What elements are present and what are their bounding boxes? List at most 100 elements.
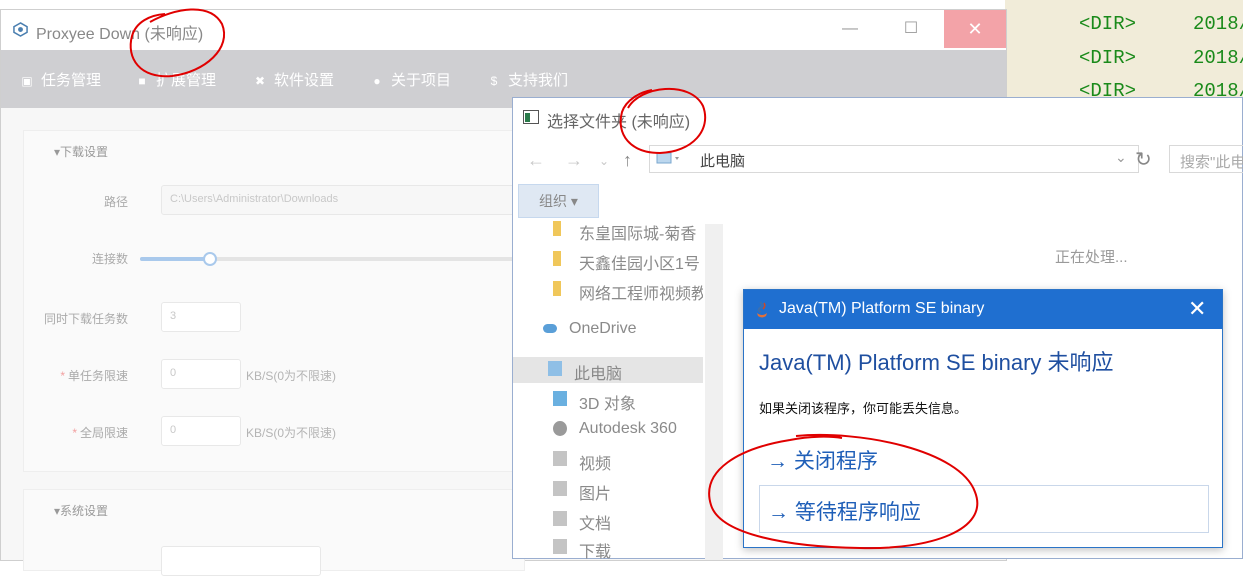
listing-type: <DIR> (1079, 13, 1137, 35)
dialog-title: Java(TM) Platform SE binary (779, 300, 985, 317)
connections-slider[interactable] (140, 252, 530, 266)
menu-label: 任务管理 (41, 72, 102, 89)
tree-item[interactable]: 图片 (513, 477, 703, 503)
tree-item[interactable]: 视频 (513, 447, 703, 473)
menu-about[interactable]: ● 关于项目 (369, 69, 451, 90)
single-limit-input[interactable]: 0 (161, 359, 241, 389)
computer-icon (656, 152, 679, 164)
close-button[interactable]: ✕ (944, 10, 1006, 48)
tree-item[interactable]: 网络工程师视频教 (513, 277, 703, 303)
connections-label: 连接数 (91, 252, 128, 266)
download-settings-panel: ▾下载设置 路径 C:\Users\Administrator\Download… (23, 130, 541, 472)
tree-item[interactable]: 文档 (513, 507, 703, 533)
close-program-button[interactable]: → 关闭程序 (759, 435, 1209, 483)
concurrent-label: 同时下载任务数 (43, 312, 128, 326)
tree-item[interactable]: OneDrive (513, 317, 703, 343)
listing-date: 2018/ (1193, 47, 1243, 69)
tree-item-label: 天鑫佳园小区1号 (579, 256, 700, 273)
menu-label: 软件设置 (274, 72, 335, 89)
recent-dropdown-icon[interactable]: ⌄ (599, 154, 609, 168)
task-icon: ▣ (21, 74, 33, 88)
global-limit-text: 全局限速 (79, 426, 128, 440)
address-dropdown-icon[interactable]: ⌄ (1115, 149, 1127, 166)
download-icon (553, 539, 567, 554)
processing-text: 正在处理... (1055, 249, 1128, 266)
tree-item[interactable]: 3D 对象 (513, 387, 703, 413)
menu-task-manager[interactable]: ▣ 任务管理 (19, 69, 101, 90)
search-input[interactable]: 搜索"此电 (1169, 145, 1243, 173)
computer-icon (548, 361, 562, 376)
menu-label: 关于项目 (391, 72, 452, 89)
global-limit-input[interactable]: 0 (161, 416, 241, 446)
proxyee-titlebar[interactable]: Proxyee Down (未响应) — ☐ ✕ (1, 10, 1006, 50)
background-listing: <DIR> 2018/ <DIR> 2018/ <DIR> 2018/ (1005, 0, 1243, 100)
java-icon (757, 301, 767, 318)
listing-type: <DIR> (1079, 47, 1137, 69)
tree-item[interactable]: 下载 (513, 535, 703, 561)
tree-item[interactable]: Autodesk 360 (513, 417, 703, 443)
menu-label: 支持我们 (508, 72, 569, 89)
required-mark: * (60, 369, 65, 383)
maximize-button[interactable]: ☐ (888, 10, 934, 48)
info-icon: ● (373, 74, 381, 88)
refresh-icon[interactable]: ↻ (1135, 147, 1152, 172)
chooser-titlebar[interactable]: 选择文件夹 (未响应) (513, 98, 1243, 138)
navigation-pane: 东皇国际城-菊香 天鑫佳园小区1号 网络工程师视频教 OneDrive 此电脑 3D 对象… (513, 221, 706, 561)
close-icon[interactable]: ✕ (1188, 296, 1206, 322)
menu-software-settings[interactable]: ✖ 软件设置 (252, 69, 334, 90)
tree-item-label: 3D 对象 (579, 396, 636, 413)
cloud-icon (543, 324, 557, 333)
not-responding-dialog: Java(TM) Platform SE binary ✕ Java(TM) P… (743, 289, 1223, 548)
menu-support[interactable]: $ 支持我们 (486, 69, 568, 90)
chooser-title: 选择文件夹 (未响应) (547, 114, 691, 131)
forward-arrow-icon[interactable]: → (565, 150, 583, 171)
folder-icon (553, 251, 561, 266)
listing-row: <DIR> 2018/ (1005, 42, 1243, 75)
tree-item-label: OneDrive (569, 320, 637, 337)
tree-item[interactable]: 东皇国际城-菊香 (513, 217, 703, 243)
minimize-button[interactable]: — (827, 10, 873, 48)
navigation-scrollbar[interactable] (705, 224, 723, 560)
tree-item-label: 东皇国际城-菊香 (579, 226, 697, 243)
system-setting-input[interactable] (161, 546, 321, 576)
slider-handle[interactable] (203, 252, 218, 266)
listing-date: 2018/ (1193, 13, 1243, 35)
listing-row: <DIR> 2018/ (1005, 8, 1243, 41)
extension-icon: ■ (138, 74, 146, 88)
dialog-info: 如果关闭该程序，你可能丢失信息。 (759, 401, 968, 416)
tree-item[interactable]: 天鑫佳园小区1号 (513, 247, 703, 273)
address-bar[interactable]: 此电脑 ⌄ (649, 145, 1139, 173)
tree-item[interactable]: 此电脑 (513, 357, 703, 383)
proxyee-app-icon (13, 22, 28, 37)
menu-extension-manager[interactable]: ■ 扩展管理 (134, 69, 216, 90)
download-section-header[interactable]: ▾下载设置 (54, 143, 108, 160)
dialog-titlebar[interactable]: Java(TM) Platform SE binary ✕ (744, 290, 1222, 329)
organize-button[interactable]: 组织 ▾ (518, 184, 599, 218)
dialog-heading: Java(TM) Platform SE binary 未响应 (759, 350, 1114, 375)
slider-fill (140, 257, 211, 261)
chooser-navbar: ← → ⌄ ↑ 此电脑 ⌄ ↻ 搜索"此电 (513, 142, 1243, 178)
tree-item-label: 文档 (579, 516, 612, 533)
tree-item-label: 网络工程师视频教 (579, 286, 703, 303)
tree-item-label: 视频 (579, 456, 612, 473)
single-limit-hint: KB/S(0为不限速) (246, 369, 337, 383)
up-arrow-icon[interactable]: ↑ (623, 150, 632, 171)
tree-item-label: 此电脑 (574, 366, 623, 383)
picture-icon (553, 481, 567, 496)
concurrent-input[interactable]: 3 (161, 302, 241, 332)
back-arrow-icon[interactable]: ← (527, 150, 545, 171)
folder-icon (553, 221, 561, 236)
proxyee-title: Proxyee Down (未响应) (36, 26, 204, 43)
required-mark: * (72, 426, 77, 440)
window-icon (523, 110, 539, 124)
tree-item-label: 下载 (579, 544, 612, 561)
tree-item-label: 图片 (579, 486, 612, 503)
wait-program-button[interactable]: → 等待程序响应 (759, 485, 1209, 533)
document-icon (553, 511, 567, 526)
single-limit-text: 单任务限速 (67, 369, 128, 383)
autodesk-icon (553, 421, 567, 436)
global-limit-hint: KB/S(0为不限速) (246, 426, 337, 440)
path-label: 路径 (103, 195, 128, 209)
path-input[interactable]: C:\Users\Administrator\Downloads (161, 185, 541, 215)
system-section-header[interactable]: ▾系统设置 (54, 502, 108, 519)
